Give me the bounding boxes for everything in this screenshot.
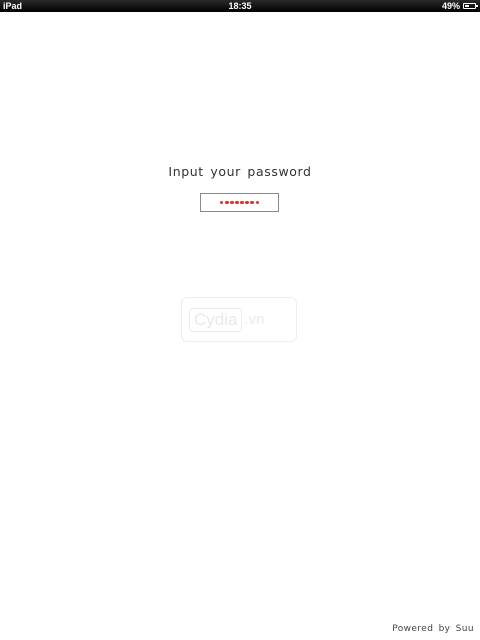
password-mask-dot [219, 200, 224, 205]
battery-icon [463, 3, 478, 9]
status-bar: iPad 18:35 49% [0, 0, 480, 12]
password-mask-dot [240, 200, 244, 205]
status-time: 18:35 [228, 1, 252, 11]
battery-percent: 49% [441, 1, 460, 11]
password-mask-dot [245, 200, 249, 205]
password-prompt-label: Input your password [168, 164, 312, 179]
watermark-suffix-text: .vn [244, 311, 265, 328]
password-mask-dot [230, 200, 234, 205]
password-input[interactable] [200, 193, 279, 212]
status-battery: 49% [441, 0, 478, 12]
battery-level-fill [465, 5, 470, 7]
lock-screen: iPad 18:35 49% Input your password Cydia… [0, 0, 480, 640]
password-mask-dot [250, 200, 255, 205]
password-mask-dot [235, 200, 239, 205]
watermark-main-text: Cydia [189, 307, 243, 332]
watermark-logo: Cydia .vn [181, 297, 297, 342]
password-mask-dot [224, 200, 229, 205]
password-mask-dot [255, 200, 260, 205]
password-mask [219, 200, 260, 205]
footer-credit: Powered by Suu [392, 624, 474, 634]
